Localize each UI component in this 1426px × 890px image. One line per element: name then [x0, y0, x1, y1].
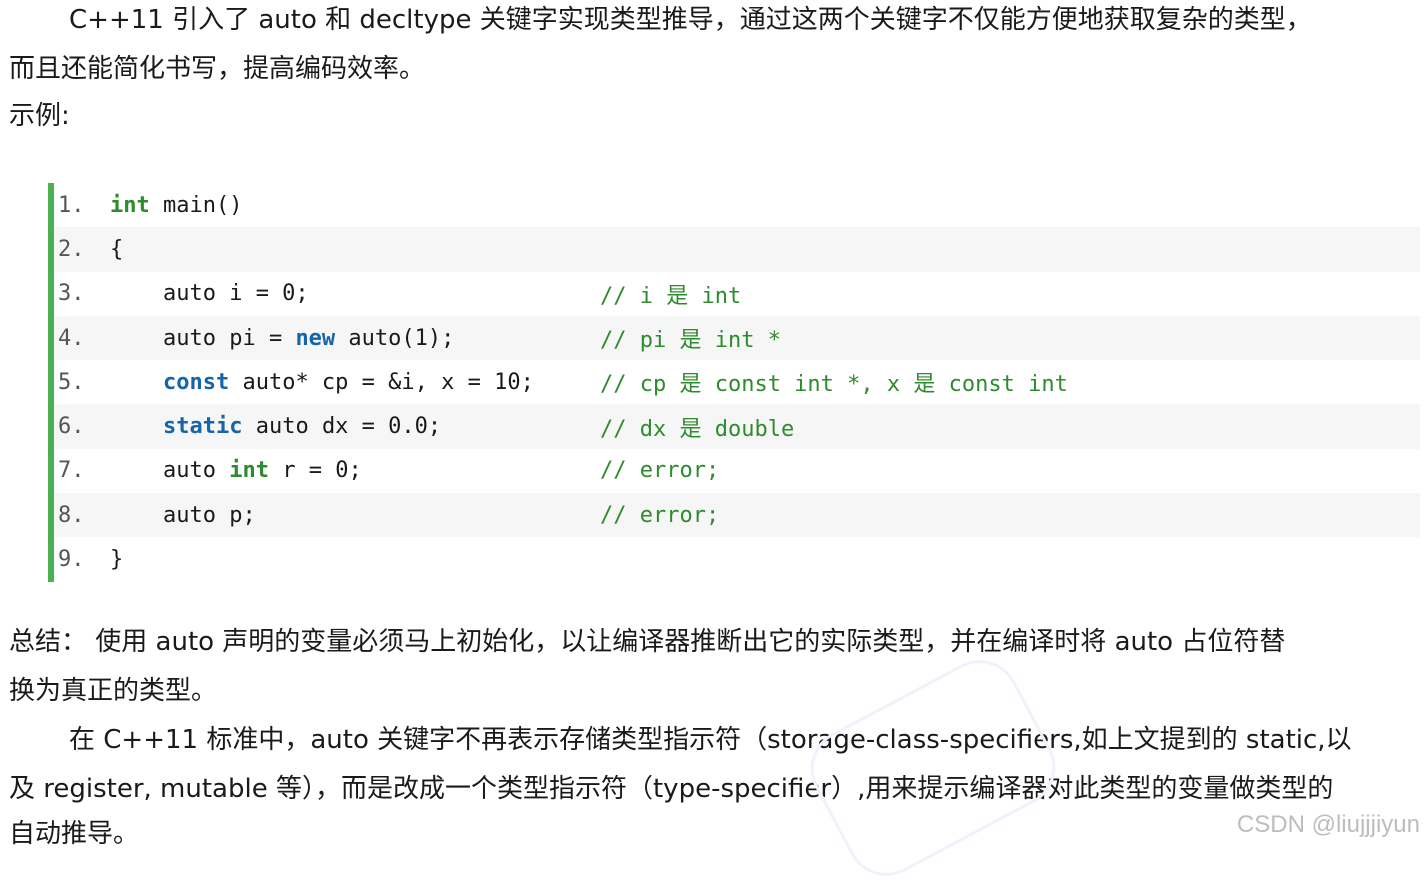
- code-comment: // i 是 int: [600, 283, 742, 309]
- detail-line-2: 及 register, mutable 等），而是改成一个类型指示符（type-…: [9, 774, 1334, 804]
- code-statement: static auto dx = 0.0;: [110, 414, 441, 439]
- code-prefix: [110, 414, 163, 439]
- intro-line-2: 而且还能简化书写，提高编码效率。: [9, 54, 426, 84]
- code-prefix: {: [110, 236, 124, 262]
- code-comment: // error;: [600, 502, 720, 528]
- code-line: 3. auto i = 0; // i 是 int: [54, 272, 1420, 316]
- summary-line-1: 总结： 使用 auto 声明的变量必须马上初始化，以让编译器推断出它的实际类型，…: [9, 627, 1286, 657]
- code-suffix: r = 0;: [268, 458, 362, 484]
- code-line: 5. const auto* cp = &i, x = 10; // cp 是 c…: [54, 360, 1420, 404]
- line-number: 2.: [58, 236, 85, 262]
- code-statement: auto pi = new auto(1);: [110, 326, 454, 351]
- code-prefix: [110, 370, 163, 395]
- code-prefix: }: [110, 547, 124, 573]
- code-line: 1. int main(): [54, 183, 1420, 227]
- line-number: 1.: [58, 192, 85, 218]
- line-number: 6.: [58, 414, 85, 440]
- csdn-watermark: CSDN @liujjjiyun: [1236, 811, 1420, 838]
- code-line: 4. auto pi = new auto(1); // pi 是 int *: [54, 315, 1420, 361]
- code-statement: auto p;: [110, 503, 256, 528]
- code-statement: {: [110, 237, 123, 262]
- line-number: 8.: [58, 502, 85, 528]
- code-statement: auto i = 0;: [110, 281, 309, 306]
- code-comment: // error;: [600, 458, 720, 484]
- code-keyword: const: [162, 369, 230, 395]
- code-suffix: auto* cp = &i, x = 10;: [229, 369, 534, 395]
- code-keyword: int: [110, 192, 150, 218]
- detail-line-3: 自动推导。: [9, 819, 140, 849]
- code-line: 7. auto int r = 0; // error;: [54, 449, 1420, 493]
- code-prefix: auto pi =: [110, 325, 296, 351]
- line-number: 4.: [58, 325, 85, 351]
- line-number: 7.: [58, 458, 85, 484]
- intro-line-1: C++11 引入了 auto 和 decltype 关键字实现类型推导，通过这两…: [69, 5, 1312, 35]
- code-keyword: new: [295, 325, 336, 351]
- detail-line-1: 在 C++11 标准中，auto 关键字不再表示存储类型指示符（storage-…: [69, 725, 1352, 755]
- code-suffix: auto(1);: [335, 325, 455, 351]
- code-statement: const auto* cp = &i, x = 10;: [110, 370, 534, 395]
- code-line: 9.}: [54, 537, 1420, 581]
- summary-line-2: 换为真正的类型。: [9, 676, 218, 706]
- code-keyword: static: [162, 414, 243, 440]
- code-line: 6. static auto dx = 0.0; // dx 是 double: [54, 404, 1420, 449]
- code-comment: // pi 是 int *: [600, 328, 781, 354]
- code-line: 2. {: [54, 227, 1420, 272]
- code-prefix: auto: [110, 458, 230, 484]
- code-prefix: auto p;: [110, 502, 256, 528]
- code-statement: }: [110, 547, 123, 572]
- code-statement: auto int r = 0;: [110, 458, 362, 483]
- line-number: 9.: [58, 547, 85, 573]
- code-comment: // dx 是 double: [600, 416, 795, 442]
- code-statement: int main(): [110, 193, 242, 218]
- code-comment: // cp 是 const int *, x 是 const int: [600, 372, 1068, 398]
- code-block: 1. int main() 2. {3. auto i = 0; // i 是 int 4…: [48, 183, 1420, 582]
- code-suffix: main(): [149, 192, 243, 218]
- line-number: 5.: [58, 369, 85, 395]
- code-keyword: int: [229, 458, 269, 484]
- code-line: 8. auto p; // error;: [54, 493, 1420, 538]
- example-label: 示例:: [9, 101, 70, 131]
- code-suffix: auto dx = 0.0;: [242, 414, 442, 440]
- line-number: 3.: [58, 281, 85, 307]
- code-prefix: auto i = 0;: [110, 281, 309, 307]
